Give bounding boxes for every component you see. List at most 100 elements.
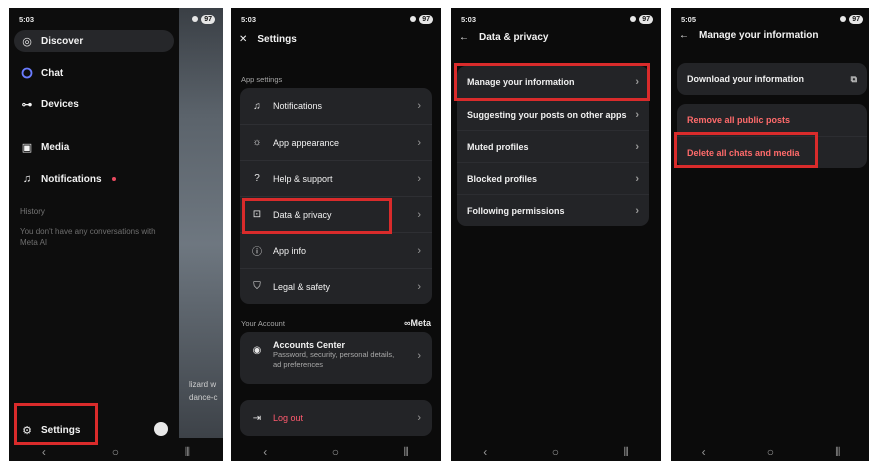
settings-row-appearance[interactable]: ☼ App appearance › (240, 124, 432, 160)
header: ✕ Settings (239, 28, 433, 50)
row-label: App info (273, 245, 307, 256)
row-label: Help & support (273, 173, 333, 184)
chevron-right-icon: › (417, 244, 421, 257)
row-label: Download your information (687, 74, 804, 84)
recents-icon[interactable]: ⦀ (835, 445, 840, 460)
row-label: Blocked profiles (467, 173, 538, 184)
row-label: Notifications (273, 101, 323, 111)
settings-row-notifications[interactable]: ♫ Notifications › (240, 88, 432, 124)
home-icon[interactable]: ○ (112, 445, 119, 459)
accounts-center-title: Accounts Center (273, 340, 346, 350)
chevron-right-icon: › (635, 204, 639, 217)
page-title: Data & privacy (479, 31, 549, 43)
home-icon[interactable]: ○ (552, 445, 559, 459)
recents-icon[interactable]: ⦀ (623, 445, 628, 460)
accounts-center-subtitle: Password, security, personal details, ad… (273, 350, 395, 369)
chevron-right-icon: › (635, 140, 639, 153)
highlight-box (242, 198, 392, 234)
back-icon[interactable]: ‹ (483, 445, 487, 459)
chevron-right-icon: › (417, 350, 421, 362)
notification-dot (111, 177, 116, 181)
list-item-suggesting-posts[interactable]: Suggesting your posts on other apps › (457, 98, 649, 130)
logout-icon: ⇥ (252, 412, 262, 424)
avatar[interactable] (154, 422, 168, 436)
list-item-following-permissions[interactable]: Following permissions › (457, 194, 649, 226)
account-group: ◉ Accounts Center Password, security, pe… (240, 332, 432, 384)
status-bar: 5:03 97 (19, 12, 215, 26)
recents-icon[interactable]: ⦀ (403, 445, 408, 460)
do-not-disturb-icon (192, 16, 199, 22)
settings-row-legal[interactable]: ⛉ Legal & safety › (240, 268, 432, 304)
menu-item-label: Discover (41, 35, 84, 47)
chevron-right-icon: › (417, 412, 421, 424)
status-time: 5:03 (241, 14, 257, 24)
menu-item-discover[interactable]: ◎ Discover (21, 35, 84, 48)
recents-icon[interactable]: ⦀ (185, 445, 190, 460)
user-circle-icon: ◉ (252, 344, 262, 356)
glasses-icon: ⊶ (21, 98, 33, 111)
history-label: History (20, 207, 45, 216)
home-icon[interactable]: ○ (767, 445, 774, 459)
settings-row-help[interactable]: ? Help & support › (240, 160, 432, 196)
chevron-right-icon: › (417, 100, 421, 112)
status-time: 5:03 (461, 14, 477, 24)
menu-item-chat[interactable]: Chat (21, 67, 63, 79)
section-label: Your Account (241, 319, 285, 328)
section-label: App settings (241, 75, 283, 84)
android-nav-bar: ‹ ○ ⦀ (671, 443, 869, 461)
app-settings-group: ♫ Notifications › ☼ App appearance › ? Help &… (240, 88, 432, 304)
logout-button[interactable]: ⇥ Log out › (240, 400, 432, 436)
question-icon: ? (254, 173, 260, 184)
status-bar: 5:03 97 (241, 12, 433, 26)
logout-group: ⇥ Log out › (240, 400, 432, 436)
android-nav-bar: ‹ ○ ⦀ (451, 443, 661, 461)
back-arrow-icon[interactable]: ← (679, 30, 689, 41)
meta-logo: ∞Meta (404, 318, 431, 328)
row-label: Suggesting your posts on other apps (467, 109, 627, 120)
history-empty-text: You don't have any conversations with Me… (20, 227, 156, 247)
image-icon: ▣ (21, 141, 33, 154)
header: ← Manage your information (679, 24, 863, 46)
menu-item-label: Notifications (41, 173, 102, 185)
highlight-box (14, 403, 98, 445)
settings-row-app-info[interactable]: ⓘ App info › (240, 232, 432, 268)
feed-caption: lizard w (189, 380, 217, 389)
close-icon[interactable]: ✕ (239, 34, 247, 45)
phone-screen-data-privacy: 5:03 97 ← Data & privacy Manage your inf… (451, 8, 661, 461)
menu-item-devices[interactable]: ⊶ Devices (21, 98, 79, 111)
battery-indicator: 97 (419, 14, 433, 24)
do-not-disturb-icon (410, 16, 417, 22)
page-title: Settings (257, 33, 297, 45)
do-not-disturb-icon (840, 16, 847, 22)
battery-indicator: 97 (849, 14, 863, 24)
back-arrow-icon[interactable]: ← (459, 32, 469, 43)
battery-indicator: 97 (639, 14, 653, 24)
row-label: Legal & safety (273, 281, 331, 292)
back-icon[interactable]: ‹ (702, 445, 706, 459)
status-time: 5:05 (681, 14, 697, 24)
menu-item-label: Media (41, 141, 70, 153)
list-item-muted-profiles[interactable]: Muted profiles › (457, 130, 649, 162)
row-label: Muted profiles (467, 141, 529, 152)
list-item-blocked-profiles[interactable]: Blocked profiles › (457, 162, 649, 194)
row-label: Log out (273, 413, 304, 423)
highlight-box (454, 63, 650, 101)
chevron-right-icon: › (635, 108, 639, 121)
menu-item-notifications[interactable]: ♫ Notifications (21, 173, 116, 185)
download-group: Download your information ⧉ (677, 63, 867, 95)
phone-screen-menu: 5:03 97 ◎ Discover Chat ⊶ Devices ▣ Medi… (9, 8, 223, 461)
menu-item-media[interactable]: ▣ Media (21, 141, 70, 154)
meta-ai-ring-icon (21, 67, 33, 79)
menu-item-label: Chat (41, 67, 64, 79)
chevron-right-icon: › (417, 136, 421, 149)
bell-icon: ♫ (253, 100, 261, 112)
download-info-row[interactable]: Download your information ⧉ (677, 63, 867, 95)
back-icon[interactable]: ‹ (42, 445, 46, 459)
row-label: Remove all public posts (687, 115, 791, 125)
accounts-center-row[interactable]: ◉ Accounts Center Password, security, pe… (240, 332, 432, 384)
phone-screen-manage-info: 5:05 97 ← Manage your information Downlo… (671, 8, 869, 461)
home-icon[interactable]: ○ (332, 445, 339, 459)
back-icon[interactable]: ‹ (263, 445, 267, 459)
phone-screen-settings: 5:03 97 ✕ Settings App settings ♫ Notific… (231, 8, 441, 461)
battery-indicator: 97 (201, 14, 215, 24)
